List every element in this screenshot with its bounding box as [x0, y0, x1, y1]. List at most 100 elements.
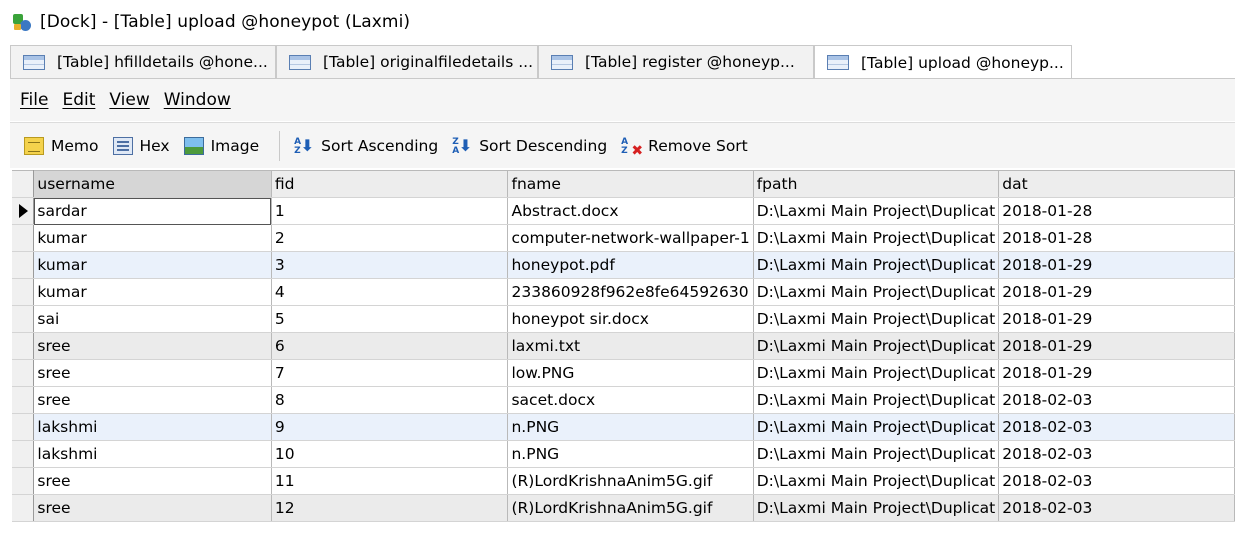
cell-username[interactable]: sai [33, 305, 272, 333]
cell-fpath[interactable]: D:\Laxmi Main Project\Duplicat [753, 278, 1000, 306]
column-header-fpath[interactable]: fpath [753, 170, 1000, 198]
cell-fid[interactable]: 3 [271, 251, 509, 279]
cell-dat[interactable]: 2018-02-03 [998, 386, 1235, 414]
menu-window[interactable]: Window [164, 90, 231, 110]
cell-fid[interactable]: 9 [271, 413, 509, 441]
cell-username[interactable]: lakshmi [33, 440, 272, 468]
sort-ascending-button[interactable]: A Z ⬇ Sort Ascending [294, 137, 438, 156]
row-indicator[interactable] [12, 440, 35, 468]
cell-dat[interactable]: 2018-01-29 [998, 278, 1235, 306]
row-indicator[interactable] [12, 359, 35, 387]
cell-dat[interactable]: 2018-02-03 [998, 467, 1235, 495]
row-indicator[interactable] [12, 386, 35, 414]
cell-fpath[interactable]: D:\Laxmi Main Project\Duplicat [753, 251, 1000, 279]
table-row[interactable]: kumar 2 computer-network-wallpaper-1 D:\Lax… [12, 224, 1235, 252]
image-button[interactable]: Image [183, 136, 259, 155]
cell-fname[interactable]: sacet.docx [507, 386, 754, 414]
cell-fpath[interactable]: D:\Laxmi Main Project\Duplicat [753, 332, 1000, 360]
row-indicator[interactable] [12, 305, 35, 333]
cell-fid[interactable]: 1 [271, 197, 509, 225]
cell-username[interactable]: sree [33, 359, 272, 387]
row-indicator[interactable] [12, 467, 35, 495]
cell-fname[interactable]: honeypot sir.docx [507, 305, 754, 333]
table-row[interactable]: kumar 3 honeypot.pdf D:\Laxmi Main Project\… [12, 251, 1235, 279]
column-header-fname[interactable]: fname [507, 170, 754, 198]
menu-file[interactable]: File [20, 90, 48, 110]
cell-username[interactable]: sardar [33, 197, 272, 225]
cell-fname[interactable]: n.PNG [507, 413, 754, 441]
cell-fpath[interactable]: D:\Laxmi Main Project\Duplicat [753, 413, 1000, 441]
cell-dat[interactable]: 2018-01-29 [998, 359, 1235, 387]
tab-upload[interactable]: [Table] upload @honeyp... [814, 45, 1072, 79]
cell-fpath[interactable]: D:\Laxmi Main Project\Duplicat [753, 467, 1000, 495]
row-indicator[interactable] [12, 278, 35, 306]
cell-username[interactable]: kumar [33, 278, 272, 306]
cell-fid[interactable]: 11 [271, 467, 509, 495]
table-row[interactable]: sai 5 honeypot sir.docx D:\Laxmi Main Proje… [12, 305, 1235, 333]
menu-edit[interactable]: Edit [62, 90, 95, 110]
column-header-fid[interactable]: fid [271, 170, 509, 198]
memo-button[interactable]: Memo [24, 136, 99, 155]
cell-username[interactable]: lakshmi [33, 413, 272, 441]
sort-descending-button[interactable]: Z A ⬇ Sort Descending [452, 137, 607, 156]
row-indicator[interactable] [12, 494, 35, 522]
cell-dat[interactable]: 2018-01-29 [998, 332, 1235, 360]
cell-fname[interactable]: 233860928f962e8fe64592630 [507, 278, 754, 306]
cell-dat[interactable]: 2018-02-03 [998, 494, 1235, 522]
cell-fid[interactable]: 7 [271, 359, 509, 387]
row-indicator[interactable] [12, 224, 35, 252]
cell-fid[interactable]: 2 [271, 224, 509, 252]
cell-dat[interactable]: 2018-01-29 [998, 305, 1235, 333]
table-row[interactable]: sree 8 sacet.docx D:\Laxmi Main Project\Dup… [12, 386, 1235, 414]
row-indicator[interactable] [12, 197, 35, 225]
cell-fname[interactable]: n.PNG [507, 440, 754, 468]
cell-fname[interactable]: low.PNG [507, 359, 754, 387]
row-indicator[interactable] [12, 413, 35, 441]
cell-fpath[interactable]: D:\Laxmi Main Project\Duplicat [753, 224, 1000, 252]
row-indicator[interactable] [12, 332, 35, 360]
table-row[interactable]: sree 11 (R)LordKrishnaAnim5G.gif D:\Laxmi M… [12, 467, 1235, 495]
cell-fpath[interactable]: D:\Laxmi Main Project\Duplicat [753, 440, 1000, 468]
data-grid[interactable]: username fid fname fpath dat sardar 1 Abst… [12, 170, 1235, 544]
cell-fname[interactable]: computer-network-wallpaper-1 [507, 224, 754, 252]
table-row[interactable]: sardar 1 Abstract.docx D:\Laxmi Main Projec… [12, 197, 1235, 225]
cell-username[interactable]: sree [33, 332, 272, 360]
menu-view[interactable]: View [109, 90, 149, 110]
cell-fpath[interactable]: D:\Laxmi Main Project\Duplicat [753, 359, 1000, 387]
cell-fname[interactable]: (R)LordKrishnaAnim5G.gif [507, 494, 754, 522]
cell-username[interactable]: sree [33, 494, 272, 522]
cell-fname[interactable]: Abstract.docx [507, 197, 754, 225]
remove-sort-button[interactable]: A Z ✖ Remove Sort [621, 137, 748, 158]
cell-dat[interactable]: 2018-02-03 [998, 413, 1235, 441]
tab-hfilldetails[interactable]: [Table] hfilldetails @hone... [10, 45, 276, 78]
table-row[interactable]: lakshmi 10 n.PNG D:\Laxmi Main Project\Dupl… [12, 440, 1235, 468]
column-header-dat[interactable]: dat [998, 170, 1235, 198]
row-indicator[interactable] [12, 251, 35, 279]
tab-register[interactable]: [Table] register @honeyp... [538, 45, 814, 78]
cell-username[interactable]: kumar [33, 224, 272, 252]
cell-username[interactable]: sree [33, 386, 272, 414]
cell-dat[interactable]: 2018-01-28 [998, 224, 1235, 252]
tab-originalfiledetails[interactable]: [Table] originalfiledetails ... [276, 45, 538, 78]
cell-fid[interactable]: 5 [271, 305, 509, 333]
cell-fpath[interactable]: D:\Laxmi Main Project\Duplicat [753, 386, 1000, 414]
column-header-username[interactable]: username [33, 170, 272, 198]
table-row[interactable]: lakshmi 9 n.PNG D:\Laxmi Main Project\Dupli… [12, 413, 1235, 441]
cell-fid[interactable]: 12 [271, 494, 509, 522]
cell-fpath[interactable]: D:\Laxmi Main Project\Duplicat [753, 197, 1000, 225]
cell-fid[interactable]: 6 [271, 332, 509, 360]
cell-fname[interactable]: laxmi.txt [507, 332, 754, 360]
cell-dat[interactable]: 2018-02-03 [998, 440, 1235, 468]
cell-fname[interactable]: honeypot.pdf [507, 251, 754, 279]
cell-fpath[interactable]: D:\Laxmi Main Project\Duplicat [753, 305, 1000, 333]
cell-fid[interactable]: 4 [271, 278, 509, 306]
table-row[interactable]: sree 7 low.PNG D:\Laxmi Main Project\Duplic… [12, 359, 1235, 387]
table-row[interactable]: sree 12 (R)LordKrishnaAnim5G.gif D:\Laxmi M… [12, 494, 1235, 522]
cell-fid[interactable]: 10 [271, 440, 509, 468]
cell-username[interactable]: kumar [33, 251, 272, 279]
table-row[interactable]: kumar 4 233860928f962e8fe64592630 D:\Laxmi … [12, 278, 1235, 306]
cell-fpath[interactable]: D:\Laxmi Main Project\Duplicat [753, 494, 1000, 522]
cell-dat[interactable]: 2018-01-29 [998, 251, 1235, 279]
cell-dat[interactable]: 2018-01-28 [998, 197, 1235, 225]
table-row[interactable]: sree 6 laxmi.txt D:\Laxmi Main Project\Dupl… [12, 332, 1235, 360]
